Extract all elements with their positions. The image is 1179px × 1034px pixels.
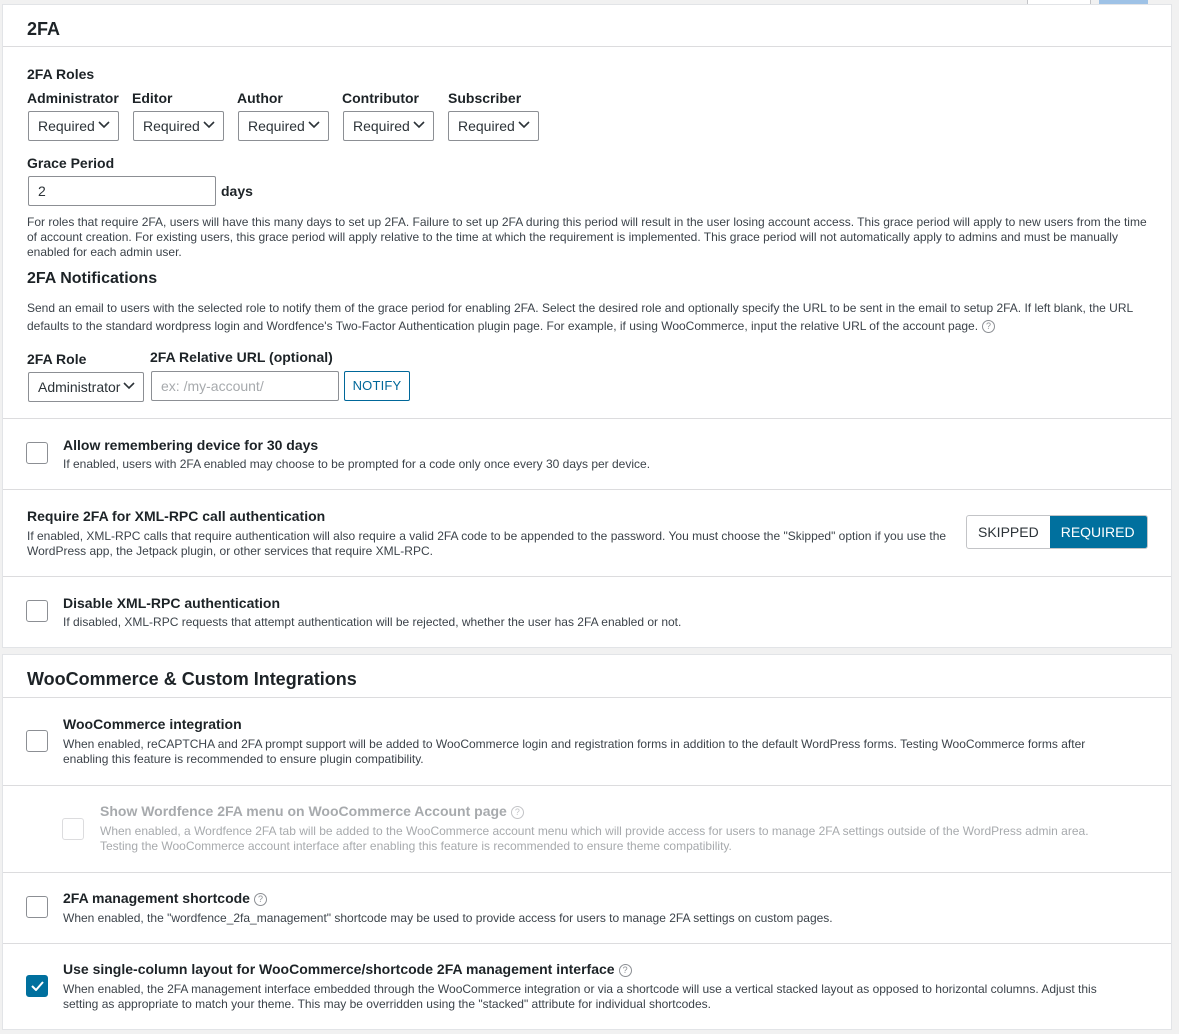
xmlrpc-require-desc: If enabled, XML-RPC calls that require a…: [27, 529, 947, 558]
divider: [3, 785, 1171, 786]
role-select-editor[interactable]: Required: [133, 111, 224, 141]
role-label-contributor: Contributor: [342, 90, 419, 106]
notify-role-select[interactable]: Administrator: [28, 372, 144, 402]
chevron-down-icon: [203, 121, 215, 129]
remember-device-checkbox[interactable]: [26, 442, 48, 464]
shortcode-desc: When enabled, the "wordfence_2fa_managem…: [63, 911, 833, 925]
shortcode-checkbox[interactable]: [26, 896, 48, 918]
toggle-option-required[interactable]: REQUIRED: [1049, 516, 1147, 548]
notify-url-input[interactable]: ex: /my-account/: [151, 371, 339, 401]
divider: [3, 418, 1171, 419]
woocommerce-menu-desc: When enabled, a Wordfence 2FA tab will b…: [100, 824, 1089, 853]
remember-device-desc: If enabled, users with 2FA enabled may c…: [63, 457, 651, 471]
select-value: Required: [353, 118, 410, 134]
help-icon[interactable]: ?: [510, 806, 524, 819]
divider: [3, 46, 1171, 47]
single-column-title: Use single-column layout for WooCommerce…: [63, 961, 632, 977]
section-title-woocommerce: WooCommerce & Custom Integrations: [27, 669, 357, 689]
chevron-down-icon: [518, 121, 530, 129]
role-select-administrator[interactable]: Required: [28, 111, 119, 141]
help-icon[interactable]: ?: [982, 320, 996, 333]
disable-xmlrpc-checkbox[interactable]: [26, 600, 48, 622]
role-select-author[interactable]: Required: [238, 111, 329, 141]
select-value: Required: [38, 118, 95, 134]
select-value: Administrator: [38, 379, 121, 395]
toggle-option-skipped[interactable]: SKIPPED: [967, 516, 1050, 548]
grace-period-unit: days: [221, 183, 253, 199]
notify-role-label: 2FA Role: [27, 351, 87, 367]
xmlrpc-require-title: Require 2FA for XML-RPC call authenticat…: [27, 508, 326, 524]
role-label-subscriber: Subscriber: [448, 90, 522, 106]
woocommerce-menu-title-text: Show Wordfence 2FA menu on WooCommerce A…: [100, 803, 507, 819]
xmlrpc-require-toggle[interactable]: SKIPPED REQUIRED: [966, 515, 1148, 549]
divider: [3, 872, 1171, 873]
divider: [3, 576, 1171, 577]
single-column-desc: When enabled, the 2FA management interfa…: [63, 982, 1097, 1011]
woocommerce-menu-title: Show Wordfence 2FA menu on WooCommerce A…: [100, 803, 524, 819]
roles-label: 2FA Roles: [27, 66, 95, 82]
select-value: Required: [248, 118, 305, 134]
role-label-administrator: Administrator: [27, 90, 119, 106]
grace-period-label: Grace Period: [27, 155, 115, 171]
section-title-2fa: 2FA: [27, 19, 61, 39]
shortcode-title-text: 2FA management shortcode: [63, 890, 250, 906]
grace-period-help: For roles that require 2FA, users will h…: [27, 215, 1147, 259]
notify-url-label: 2FA Relative URL (optional): [150, 349, 333, 365]
remember-device-title: Allow remembering device for 30 days: [63, 437, 319, 453]
checkmark-icon: [31, 981, 44, 991]
divider: [3, 943, 1171, 944]
role-label-author: Author: [237, 90, 283, 106]
chevron-down-icon: [413, 121, 425, 129]
select-value: Required: [143, 118, 200, 134]
help-icon[interactable]: ?: [618, 964, 632, 977]
role-select-contributor[interactable]: Required: [343, 111, 434, 141]
disable-xmlrpc-title: Disable XML-RPC authentication: [63, 595, 281, 611]
chevron-down-icon: [123, 382, 135, 390]
notifications-title: 2FA Notifications: [27, 270, 158, 287]
chevron-down-icon: [308, 121, 320, 129]
notifications-help: Send an email to users with the selected…: [27, 299, 1152, 335]
woocommerce-integration-title: WooCommerce integration: [63, 716, 242, 732]
disable-xmlrpc-desc: If disabled, XML-RPC requests that attem…: [63, 615, 682, 629]
divider: [3, 489, 1171, 490]
help-icon[interactable]: ?: [253, 893, 267, 906]
role-label-editor: Editor: [132, 90, 173, 106]
notify-url-placeholder: ex: /my-account/: [161, 378, 264, 394]
role-select-subscriber[interactable]: Required: [448, 111, 539, 141]
woocommerce-integration-checkbox[interactable]: [26, 730, 48, 752]
shortcode-title: 2FA management shortcode?: [63, 890, 267, 906]
divider: [3, 697, 1171, 698]
single-column-checkbox[interactable]: [26, 975, 48, 997]
woocommerce-integration-desc: When enabled, reCAPTCHA and 2FA prompt s…: [63, 737, 1086, 766]
notify-button[interactable]: NOTIFY: [344, 371, 410, 401]
select-value: Required: [458, 118, 515, 134]
panel-2fa: 2FA 2FA Roles Administrator Required Edi…: [2, 4, 1172, 648]
single-column-title-text: Use single-column layout for WooCommerce…: [63, 961, 615, 977]
grace-period-input[interactable]: 2: [28, 176, 216, 206]
panel-woocommerce: WooCommerce & Custom Integrations WooCom…: [2, 654, 1172, 1030]
chevron-down-icon: [98, 121, 110, 129]
woocommerce-menu-checkbox: [62, 818, 84, 840]
notifications-help-text: Send an email to users with the selected…: [27, 301, 1133, 333]
